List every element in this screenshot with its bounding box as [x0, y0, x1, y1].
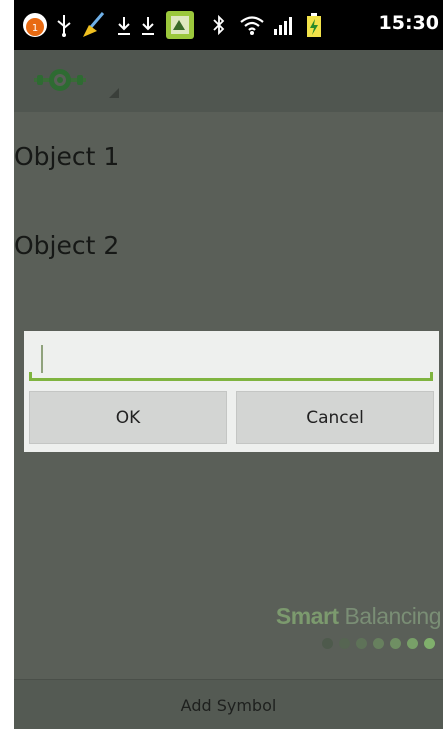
input-underline-right — [430, 372, 433, 381]
app-icon — [164, 10, 196, 40]
wifi-icon — [238, 10, 266, 40]
status-time: 15:30 — [378, 12, 439, 34]
list-item[interactable]: Object 2 — [14, 231, 119, 260]
add-symbol-button[interactable]: Add Symbol — [14, 679, 443, 729]
download-icon — [114, 10, 134, 40]
notification-count-icon: 1 — [20, 10, 50, 40]
text-cursor — [41, 345, 43, 373]
ok-button[interactable]: OK — [29, 391, 227, 444]
signal-icon — [272, 10, 296, 40]
input-underline-left — [29, 372, 32, 381]
battery-charging-icon — [304, 10, 324, 40]
input-dialog: OK Cancel — [24, 331, 439, 452]
broom-icon — [78, 10, 108, 40]
cancel-button[interactable]: Cancel — [236, 391, 434, 444]
input-underline — [29, 378, 433, 381]
usb-icon — [54, 10, 74, 40]
notification-count: 1 — [32, 23, 38, 34]
watermark-logo: Smart Balancing — [275, 603, 442, 630]
phone-screen: 1 15:30 Object 1 Object 2 OK Cancel Smar… — [14, 0, 443, 729]
spinner-indicator-icon — [109, 88, 119, 98]
watermark-regular: Balancing — [344, 603, 441, 629]
status-bar: 1 15:30 — [14, 0, 443, 50]
symbol-name-input[interactable] — [29, 337, 433, 381]
watermark-dots — [322, 638, 435, 649]
app-logo-icon[interactable] — [32, 62, 88, 98]
watermark-bold: Smart — [275, 603, 339, 629]
list-item[interactable]: Object 1 — [14, 142, 119, 171]
bluetooth-icon — [210, 10, 228, 40]
download-icon — [138, 10, 158, 40]
action-bar[interactable] — [14, 50, 443, 112]
